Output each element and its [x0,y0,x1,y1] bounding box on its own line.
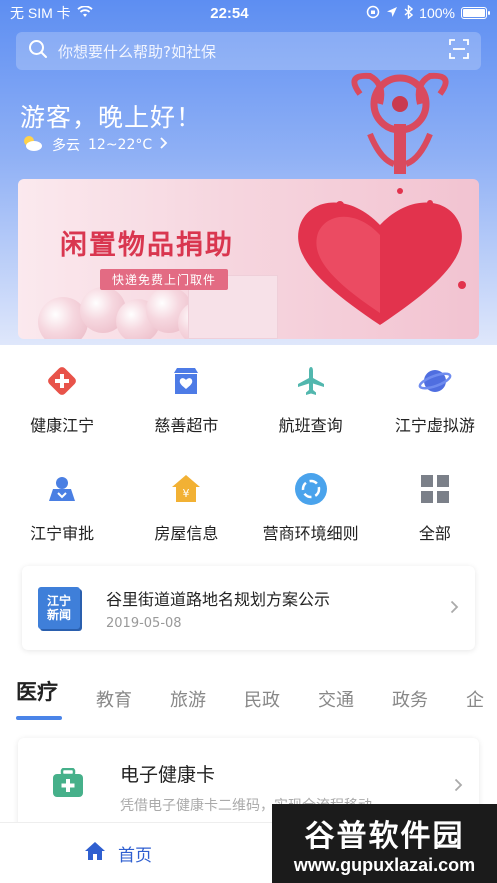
tab-transport[interactable]: 交通 [318,686,354,712]
news-title: 谷里街道道路地名规划方案公示 [106,589,331,609]
service-label: 营商环境细则 [262,524,359,543]
nav-home[interactable]: 首页 [84,841,152,866]
status-bar: 无 SIM 卡 22:54 100% [0,0,497,26]
chevron-right-icon [454,776,463,797]
weather-temperature: 12~22°C [88,137,153,153]
logo-line: 新闻 [46,608,71,622]
service-all[interactable]: 全部 [373,458,497,566]
nav-home-label: 首页 [118,845,152,866]
home-icon [84,841,106,866]
watermark-overlay: 谷普软件园 www.gupuxlazai.com [272,804,497,883]
carrier-label: 无 SIM 卡 [10,5,71,21]
tab-government[interactable]: 政务 [392,686,428,712]
service-label: 江宁审批 [30,524,95,543]
weather-row[interactable]: 多云 12~22°C [20,134,168,156]
service-house-info[interactable]: ¥ 房屋信息 [124,458,248,566]
battery-icon [460,7,490,19]
tab-education[interactable]: 教育 [96,686,132,712]
service-charity-store[interactable]: 慈善超市 [124,350,248,458]
service-business-rules[interactable]: 营商环境细则 [249,458,373,566]
promo-banner[interactable]: 闲置物品捐助 快递免费上门取件 [18,179,479,339]
service-label: 航班查询 [278,416,343,435]
chevron-right-icon [160,137,168,153]
service-grid: 健康江宁 慈善超市 航班查询 江宁虚拟游 江宁审批 ¥ 房屋信息 营商环境细则 … [0,350,497,566]
service-health-jiangning[interactable]: 健康江宁 [0,350,124,458]
svg-text:¥: ¥ [183,487,190,500]
chinese-knot-decoration [351,72,449,174]
watermark-title: 谷普软件园 [304,819,465,854]
business-circle-icon [294,472,328,506]
news-date: 2019-05-08 [106,615,182,631]
location-arrow-icon [386,5,398,21]
service-card-title: 电子健康卡 [120,764,216,786]
tab-tourism[interactable]: 旅游 [170,686,206,712]
service-label: 慈善超市 [154,416,219,435]
planet-icon [418,364,452,398]
banner-subtitle: 快递免费上门取件 [100,269,229,290]
jiangning-news-logo: 江宁 新闻 [38,587,80,629]
heart-decoration [298,188,466,325]
service-label: 房屋信息 [154,524,219,543]
service-label: 全部 [418,524,451,543]
grid-all-icon [418,472,452,506]
service-flight-query[interactable]: 航班查询 [249,350,373,458]
bluetooth-icon [404,3,414,22]
health-cross-icon [45,364,79,398]
watermark-url: www.gupuxlazai.com [293,855,476,875]
airplane-icon [294,364,328,398]
wifi-icon [77,5,93,21]
news-card[interactable]: 江宁 新闻 谷里街道道路地名规划方案公示 2019-05-08 [22,566,475,650]
tab-medical[interactable]: 医疗 [16,676,62,720]
tab-civil-affairs[interactable]: 民政 [244,686,280,712]
chevron-right-icon [450,598,459,619]
greeting-text: 游客，晚上好！ [20,103,203,132]
medical-kit-icon [52,767,84,798]
scan-icon[interactable] [449,39,469,63]
banner-title: 闲置物品捐助 [60,230,234,261]
logo-line: 江宁 [46,594,71,608]
service-virtual-tour[interactable]: 江宁虚拟游 [373,350,497,458]
category-tabs: 医疗 教育 旅游 民政 交通 政务 企 [0,676,497,726]
search-icon [28,39,48,63]
partly-cloudy-icon [20,134,44,156]
hero-header: 无 SIM 卡 22:54 100% 你想要什么帮助?如社保 游客，晚上好！ 多… [0,0,497,345]
approval-user-icon [45,472,79,506]
battery-percent: 100% [419,5,455,21]
rotation-lock-icon [366,5,380,22]
tab-enterprise[interactable]: 企 [466,686,484,712]
weather-condition: 多云 [52,138,80,154]
service-label: 江宁虚拟游 [394,416,475,435]
house-yuan-icon: ¥ [169,472,203,506]
charity-store-icon [169,364,203,398]
search-placeholder: 你想要什么帮助?如社保 [58,42,216,61]
status-time: 22:54 [210,4,249,22]
service-label: 健康江宁 [30,416,95,435]
service-approval[interactable]: 江宁审批 [0,458,124,566]
